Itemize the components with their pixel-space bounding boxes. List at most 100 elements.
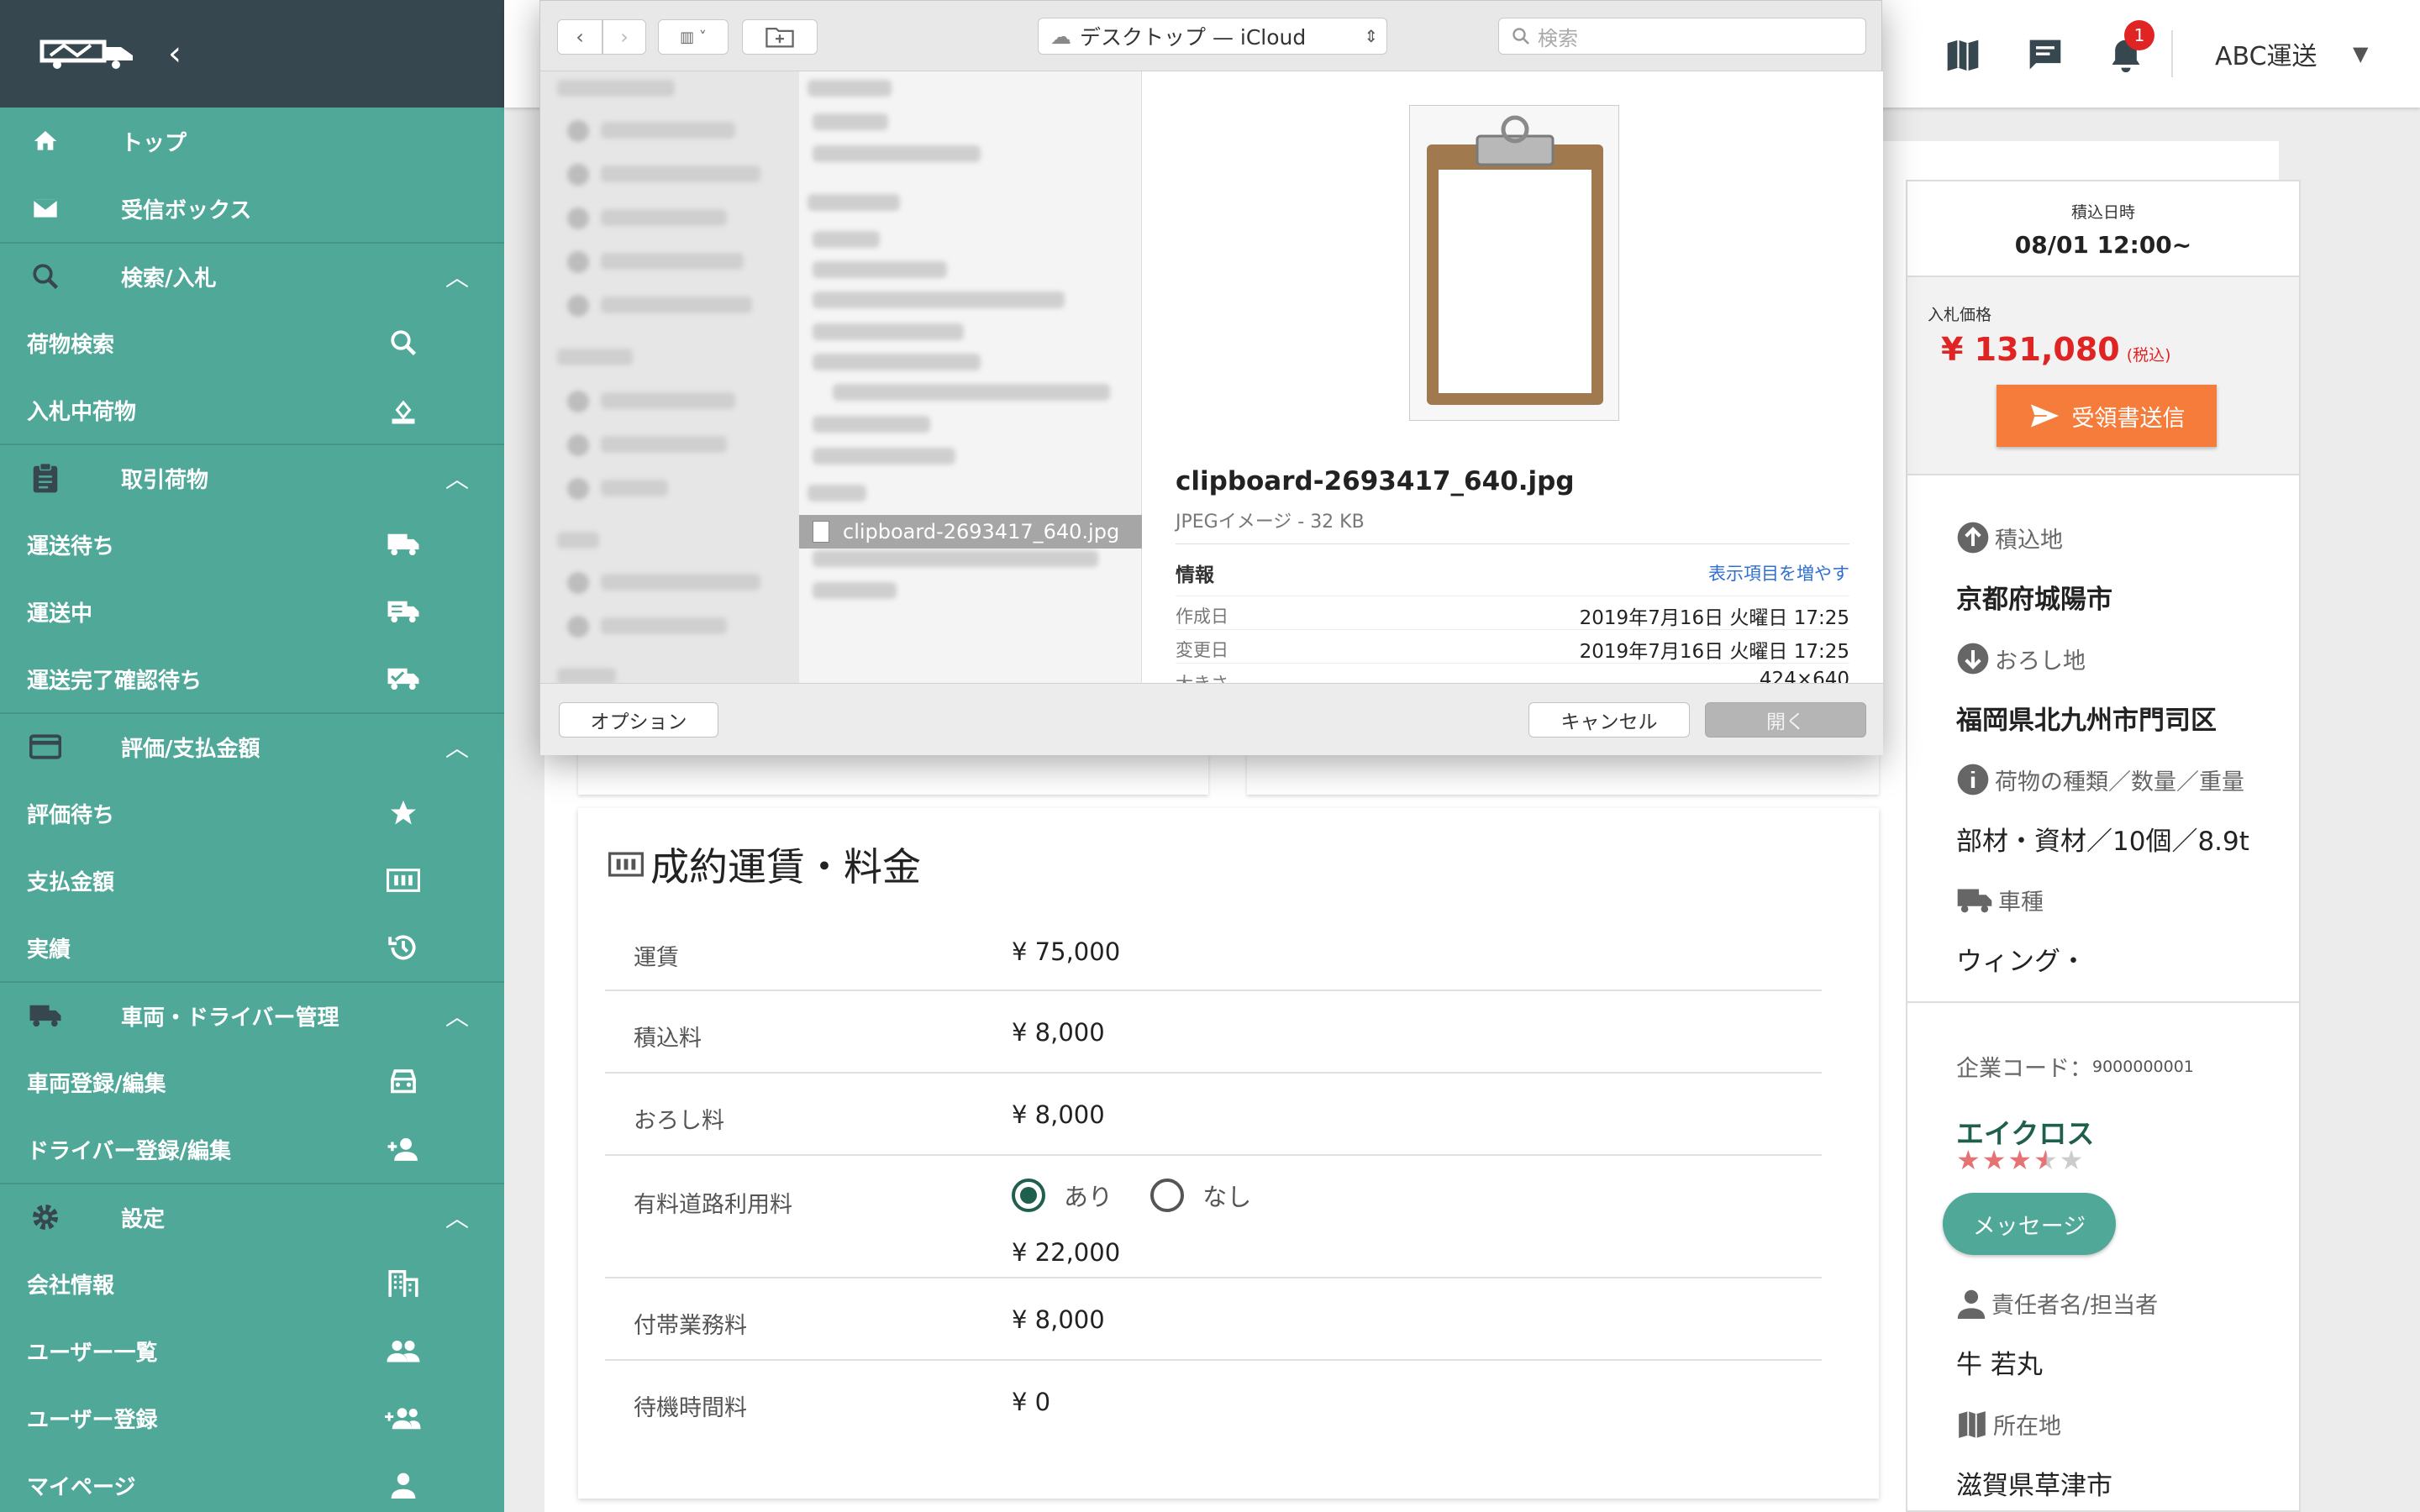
map-book-icon[interactable]: [1944, 37, 1981, 74]
notification-badge: 1: [2124, 20, 2154, 50]
info-row: 作成日 2019年7月16日 火曜日 17:25: [1176, 596, 1849, 629]
info-value: 2019年7月16日 火曜日 17:25: [1579, 607, 1849, 629]
search-icon: [385, 324, 422, 361]
fee-value: ¥ 8,000: [1012, 1018, 1105, 1047]
fee-value: ¥ 22,000: [1012, 1238, 1121, 1267]
star-icon: ★: [2007, 1144, 2034, 1176]
sidebar-item-vehicle-register[interactable]: 車両登録/編集: [0, 1048, 504, 1116]
truck-icon: [1957, 888, 1992, 912]
back-button[interactable]: ‹: [557, 19, 602, 55]
sidebar-item-my-page[interactable]: マイページ: [0, 1452, 504, 1512]
toll-radio-group: あり なし: [1012, 1178, 1281, 1218]
file-icon: [813, 521, 829, 543]
gear-icon: [29, 1200, 62, 1234]
sidebar-section-label: 取引荷物: [121, 467, 209, 493]
send-receipt-button[interactable]: 受領書送信: [1996, 385, 2217, 447]
location-label: 所在地: [1956, 1408, 2112, 1441]
sidebar-section-evaluation[interactable]: 評価/支払金額 ︿: [0, 712, 504, 780]
message-button[interactable]: メッセージ: [1943, 1193, 2116, 1255]
fee-label: 待機時間料: [634, 1395, 747, 1421]
unload-place: おろし地 福岡県北九州市門司区: [1956, 642, 2217, 737]
sidebar-item-label: 運送中: [27, 601, 93, 627]
cargo-label: 荷物の種類／数量／重量: [1956, 763, 2249, 796]
sidebar-item-label: 実績: [27, 937, 71, 963]
sidebar-item-company-info[interactable]: 会社情報: [0, 1250, 504, 1317]
sidebar-item-cargo-search[interactable]: 荷物検索: [0, 309, 504, 376]
chevron-up-icon[interactable]: ︿: [445, 730, 469, 764]
cargo-info: 荷物の種類／数量／重量 部材・資材／10個／8.9t: [1956, 763, 2249, 858]
fee-label: 付帯業務料: [634, 1313, 747, 1339]
selected-file-name: clipboard-2693417_640.jpg: [843, 520, 1120, 543]
caret-down-icon[interactable]: ▼: [2353, 42, 2368, 66]
new-folder-button[interactable]: [742, 19, 818, 55]
show-more-link[interactable]: 表示項目を増やす: [1708, 560, 1849, 585]
info-row: 変更日 2019年7月16日 火曜日 17:25: [1176, 629, 1849, 663]
options-button[interactable]: オプション: [559, 702, 718, 738]
search-icon: [1512, 28, 1529, 45]
sidebar-favorites-blurred[interactable]: [540, 71, 799, 683]
sidebar-item-awaiting-completion[interactable]: 運送完了確認待ち: [0, 645, 504, 712]
sidebar-item-waiting-transport[interactable]: 運送待ち: [0, 511, 504, 578]
sidebar-section-transactions[interactable]: 取引荷物 ︿: [0, 444, 504, 511]
contact-label: 責任者名/担当者: [1956, 1287, 2158, 1320]
view-mode-button[interactable]: ▥ ˅: [658, 19, 729, 55]
company-code-label: 企業コード： 9000000001: [1956, 1056, 2194, 1082]
chevron-up-icon[interactable]: ︿: [445, 999, 469, 1032]
rating-stars: ★★★★★: [1956, 1144, 2085, 1176]
sidebar-section-settings[interactable]: 設定 ︿: [0, 1183, 504, 1250]
money-icon: [385, 862, 422, 899]
dialog-toolbar: ‹ › ▥ ˅ ☁ デスクトップ — iCloud ⇕ 検索: [540, 1, 1881, 71]
radio-dot-selected[interactable]: [1012, 1179, 1045, 1212]
sidebar-item-history[interactable]: 実績: [0, 914, 504, 981]
chat-icon[interactable]: [2027, 37, 2064, 74]
header-divider: [2171, 30, 2173, 77]
radio-toll-no[interactable]: なし: [1150, 1178, 1251, 1213]
fee-row-ancillary: 付帯業務料 ¥ 8,000: [605, 1278, 1822, 1361]
sidebar-item-awaiting-evaluation[interactable]: 評価待ち: [0, 780, 504, 847]
sidebar-item-inbox[interactable]: 受信ボックス: [0, 175, 504, 242]
fee-row-loading: 積込料 ¥ 8,000: [605, 991, 1822, 1074]
file-list-blurred[interactable]: [799, 71, 1142, 683]
forward-button[interactable]: ›: [602, 19, 646, 55]
location-popup[interactable]: ☁ デスクトップ — iCloud ⇕: [1038, 18, 1387, 55]
person-icon: [385, 1467, 422, 1504]
unload-place-value: 福岡県北九州市門司区: [1956, 706, 2217, 736]
chevron-left-icon: ‹: [576, 25, 584, 49]
sidebar-section-label: 検索/入札: [121, 265, 217, 291]
chevron-up-icon[interactable]: ︿: [445, 260, 469, 293]
chevron-left-icon[interactable]: ‹: [168, 34, 182, 73]
radio-toll-yes[interactable]: あり: [1012, 1178, 1113, 1213]
radio-dot[interactable]: [1150, 1179, 1185, 1212]
sidebar-item-user-register[interactable]: ユーザー登録: [0, 1384, 504, 1452]
cancel-button[interactable]: キャンセル: [1528, 702, 1690, 738]
info-row: 大きさ 424×640: [1176, 663, 1849, 683]
bid-price-value: ¥ 131,080 (税込): [1941, 331, 2171, 368]
contact-value: 牛 若丸: [1956, 1350, 2043, 1380]
sidebar-item-label: 運送完了確認待ち: [27, 668, 203, 694]
star-icon: [385, 795, 422, 832]
sidebar-item-label: ユーザー一覧: [27, 1340, 158, 1366]
sidebar-item-payment[interactable]: 支払金額: [0, 847, 504, 914]
chevron-up-icon[interactable]: ︿: [445, 461, 469, 495]
sidebar-item-driver-register[interactable]: ドライバー登録/編集: [0, 1116, 504, 1183]
chevron-up-icon[interactable]: ︿: [445, 1200, 469, 1234]
user-menu[interactable]: ABC運送: [2215, 35, 2317, 72]
cargo-value: 部材・資材／10個／8.9t: [1956, 827, 2249, 857]
star-half-icon: ★: [2033, 1144, 2060, 1176]
location-text: デスクトップ — iCloud: [1080, 25, 1307, 50]
people-icon: [385, 1332, 422, 1369]
dialog-search-input[interactable]: 検索: [1498, 18, 1866, 55]
building-icon: [385, 1265, 422, 1302]
sidebar-item-user-list[interactable]: ユーザー一覧: [0, 1317, 504, 1384]
sidebar-item-top[interactable]: トップ: [0, 108, 504, 175]
info-value: 424×640: [1759, 669, 1849, 683]
selected-file-row[interactable]: clipboard-2693417_640.jpg: [799, 515, 1142, 549]
truck-logo-icon[interactable]: [39, 37, 138, 71]
truck-icon: [385, 526, 422, 563]
sidebar-item-in-transport[interactable]: 運送中: [0, 578, 504, 645]
sidebar-section-vehicles[interactable]: 車両・ドライバー管理 ︿: [0, 981, 504, 1048]
sidebar-item-bidding[interactable]: 入札中荷物: [0, 376, 504, 444]
open-button[interactable]: 開く: [1705, 702, 1866, 738]
sidebar-section-search[interactable]: 検索/入札 ︿: [0, 242, 504, 309]
fee-row-waiting: 待機時間料 ¥ 0: [605, 1361, 1822, 1443]
